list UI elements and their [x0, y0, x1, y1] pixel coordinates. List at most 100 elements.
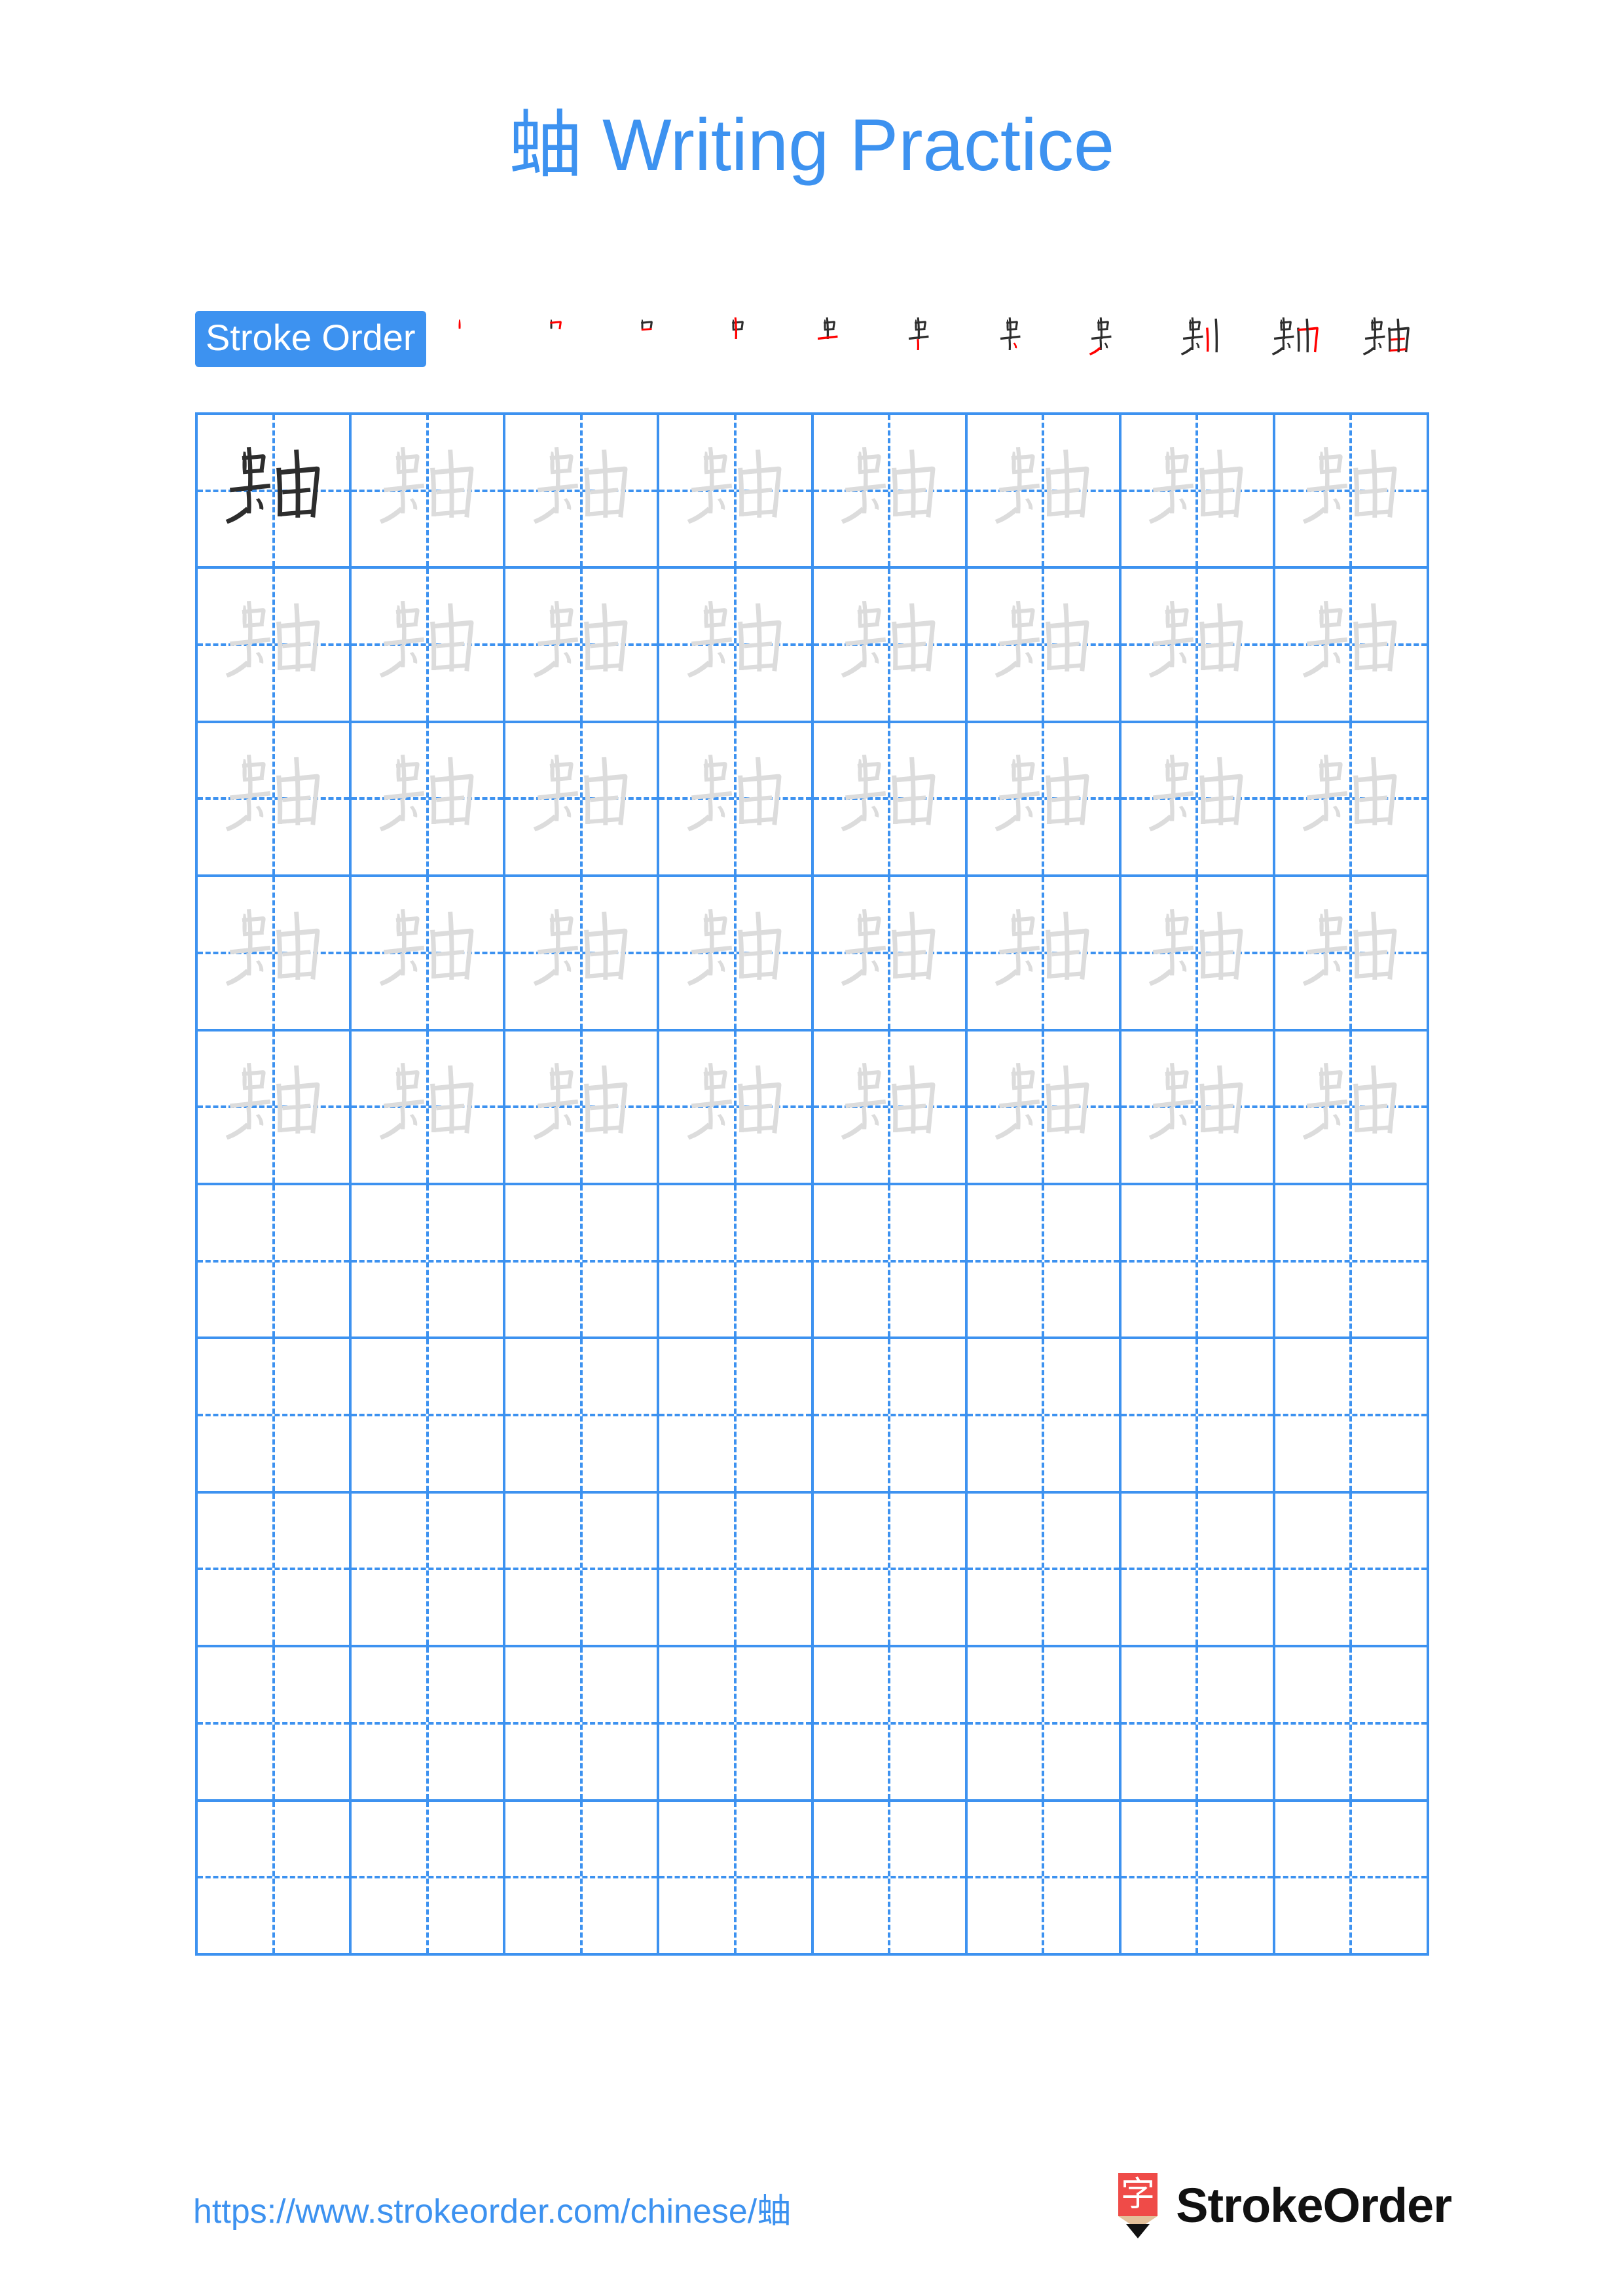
practice-cell[interactable]: [967, 723, 1122, 878]
practice-cell[interactable]: [1121, 1031, 1275, 1185]
practice-cell[interactable]: [967, 569, 1122, 723]
practice-cell[interactable]: [813, 415, 968, 569]
practice-cell[interactable]: [352, 569, 506, 723]
trace-character: [198, 1031, 349, 1183]
practice-cell[interactable]: [659, 1185, 814, 1340]
practice-cell[interactable]: [1121, 723, 1275, 878]
practice-cell[interactable]: [813, 1493, 968, 1648]
practice-cell[interactable]: [352, 1801, 506, 1956]
guide-horizontal-line: [1275, 1414, 1427, 1417]
practice-cell[interactable]: [967, 415, 1122, 569]
practice-grid: [195, 412, 1429, 1956]
practice-cell[interactable]: [352, 877, 506, 1031]
pencil-icon: 字: [1114, 2173, 1161, 2238]
practice-cell[interactable]: [1121, 415, 1275, 569]
practice-cell[interactable]: [967, 1647, 1122, 1802]
practice-cell[interactable]: [967, 1493, 1122, 1648]
practice-cell[interactable]: [198, 1185, 352, 1340]
practice-cell[interactable]: [813, 569, 968, 723]
practice-cell[interactable]: [813, 1801, 968, 1956]
practice-cell[interactable]: [198, 1339, 352, 1494]
guide-horizontal-line: [1275, 1568, 1427, 1571]
practice-cell[interactable]: [352, 723, 506, 878]
practice-cell[interactable]: [813, 1031, 968, 1185]
practice-cell[interactable]: [1121, 1339, 1275, 1494]
practice-cell[interactable]: [813, 877, 968, 1031]
trace-character: [352, 415, 503, 566]
practice-cell[interactable]: [352, 1493, 506, 1648]
guide-horizontal-line: [352, 1568, 503, 1571]
guide-horizontal-line: [813, 1876, 965, 1879]
practice-cell[interactable]: [967, 1031, 1122, 1185]
practice-cell[interactable]: [505, 1493, 660, 1648]
practice-cell[interactable]: [352, 1031, 506, 1185]
practice-cell[interactable]: [659, 723, 814, 878]
practice-cell[interactable]: [198, 723, 352, 878]
practice-cell[interactable]: [659, 1031, 814, 1185]
practice-cell[interactable]: [505, 723, 660, 878]
trace-character: [1275, 1031, 1427, 1183]
guide-horizontal-line: [967, 1414, 1119, 1417]
guide-horizontal-line: [1121, 1259, 1273, 1263]
practice-cell[interactable]: [659, 1647, 814, 1802]
practice-cell[interactable]: [505, 1647, 660, 1802]
practice-cell[interactable]: [198, 877, 352, 1031]
practice-cell[interactable]: [1275, 723, 1429, 878]
guide-horizontal-line: [198, 1568, 350, 1571]
practice-cell[interactable]: [198, 1031, 352, 1185]
practice-cell[interactable]: [1275, 1185, 1429, 1340]
trace-character: [198, 877, 349, 1028]
practice-cell[interactable]: [505, 1801, 660, 1956]
practice-cell[interactable]: [1275, 1647, 1429, 1802]
practice-cell[interactable]: [659, 415, 814, 569]
practice-cell[interactable]: [352, 1339, 506, 1494]
practice-cell[interactable]: [967, 1339, 1122, 1494]
practice-cell[interactable]: [1121, 1801, 1275, 1956]
practice-cell[interactable]: [352, 415, 506, 569]
practice-cell[interactable]: [659, 1493, 814, 1648]
stroke-step-1: [429, 308, 520, 370]
practice-cell[interactable]: [813, 1185, 968, 1340]
practice-cell[interactable]: [198, 569, 352, 723]
practice-cell[interactable]: [505, 569, 660, 723]
practice-cell[interactable]: [198, 415, 352, 569]
practice-cell[interactable]: [1121, 569, 1275, 723]
practice-cell[interactable]: [198, 1493, 352, 1648]
practice-cell[interactable]: [1275, 1031, 1429, 1185]
practice-cell[interactable]: [352, 1647, 506, 1802]
practice-cell[interactable]: [1275, 569, 1429, 723]
practice-cell[interactable]: [198, 1801, 352, 1956]
practice-cell[interactable]: [813, 723, 968, 878]
practice-cell[interactable]: [1275, 1339, 1429, 1494]
practice-cell[interactable]: [813, 1339, 968, 1494]
practice-cell[interactable]: [659, 569, 814, 723]
practice-cell[interactable]: [813, 1647, 968, 1802]
practice-cell[interactable]: [505, 415, 660, 569]
footer-url-link[interactable]: https://www.strokeorder.com/chinese/蚰: [193, 2183, 791, 2233]
practice-cell[interactable]: [1121, 1185, 1275, 1340]
practice-cell[interactable]: [967, 1185, 1122, 1340]
practice-cell[interactable]: [1275, 1493, 1429, 1648]
practice-cell[interactable]: [505, 1339, 660, 1494]
practice-cell[interactable]: [1121, 1647, 1275, 1802]
practice-cell[interactable]: [1275, 1801, 1429, 1956]
practice-cell[interactable]: [967, 877, 1122, 1031]
practice-cell[interactable]: [505, 1031, 660, 1185]
stroke-step-5: [793, 308, 884, 370]
footer-brand-logo[interactable]: 字 StrokeOrder: [1114, 2172, 1452, 2240]
practice-cell[interactable]: [659, 877, 814, 1031]
practice-cell[interactable]: [505, 1185, 660, 1340]
practice-cell[interactable]: [505, 877, 660, 1031]
practice-cell[interactable]: [352, 1185, 506, 1340]
practice-cell[interactable]: [659, 1339, 814, 1494]
trace-character: [352, 877, 503, 1028]
practice-cell[interactable]: [659, 1801, 814, 1956]
practice-cell[interactable]: [1275, 877, 1429, 1031]
practice-cell[interactable]: [1121, 877, 1275, 1031]
practice-cell[interactable]: [967, 1801, 1122, 1956]
page-title-character: 蚰: [508, 103, 582, 188]
practice-cell[interactable]: [1275, 415, 1429, 569]
practice-cell[interactable]: [1121, 1493, 1275, 1648]
guide-horizontal-line: [1121, 1721, 1273, 1725]
practice-cell[interactable]: [198, 1647, 352, 1802]
